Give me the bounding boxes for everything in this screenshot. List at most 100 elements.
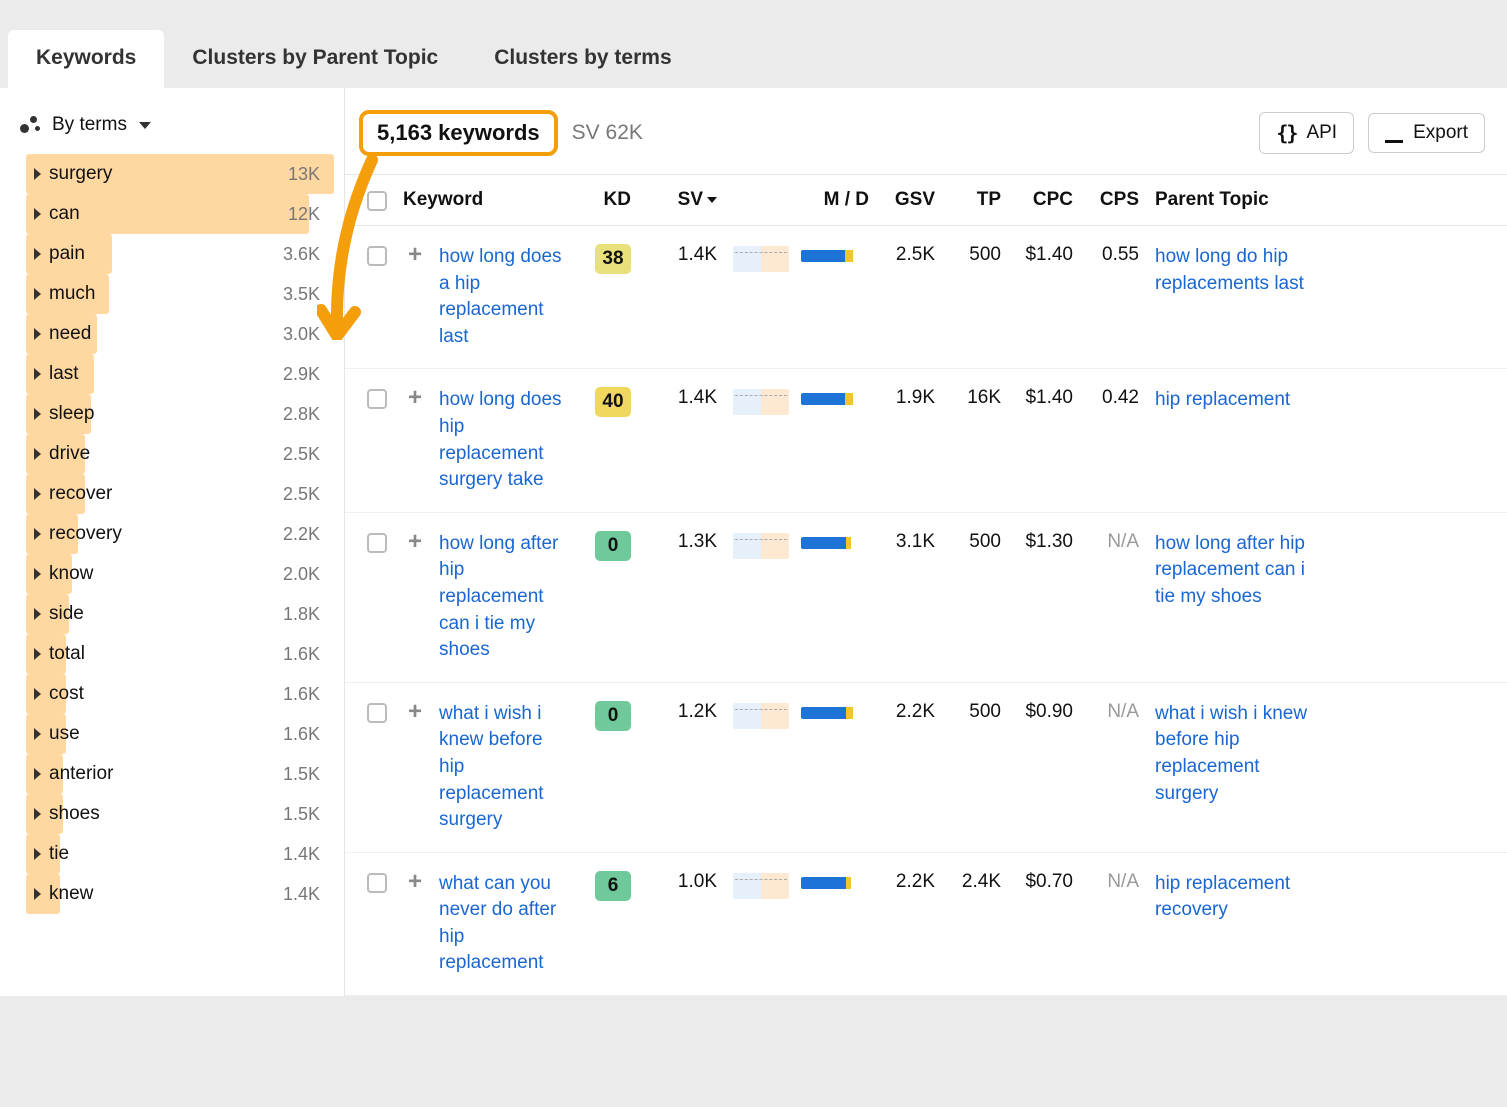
term-label: tie — [49, 843, 69, 865]
sv-value: 1.3K — [639, 531, 725, 553]
col-keyword[interactable]: Keyword — [395, 189, 581, 211]
sort-desc-icon — [707, 197, 717, 203]
expand-icon — [34, 648, 41, 660]
term-label: recover — [49, 483, 112, 505]
keyword-link[interactable]: how long after hip replacement can i tie… — [439, 533, 558, 660]
gsv-value: 2.2K — [877, 871, 943, 893]
row-checkbox[interactable] — [367, 703, 387, 723]
term-item[interactable]: surgery13K — [26, 154, 334, 194]
term-label: drive — [49, 443, 90, 465]
term-label: cost — [49, 683, 84, 705]
term-label: total — [49, 643, 85, 665]
term-count: 2.0K — [283, 564, 334, 585]
trend-sparkline — [733, 533, 789, 559]
cps-value: N/A — [1081, 531, 1147, 553]
row-checkbox[interactable] — [367, 246, 387, 266]
term-count: 13K — [288, 164, 334, 185]
parent-topic-link[interactable]: how long after hip replacement can i tie… — [1155, 533, 1305, 607]
keyword-count-highlight: 5,163 keywords — [359, 110, 558, 156]
expand-icon — [34, 608, 41, 620]
col-cpc[interactable]: CPC — [1009, 189, 1081, 211]
tab-clusters-parent[interactable]: Clusters by Parent Topic — [164, 30, 466, 88]
sv-value: 1.4K — [639, 244, 725, 266]
gsv-value: 1.9K — [877, 387, 943, 409]
term-item[interactable]: sleep2.8K — [26, 394, 334, 434]
parent-topic-link[interactable]: what i wish i knew before hip replacemen… — [1155, 703, 1307, 804]
parent-topic-link[interactable]: hip replacement recovery — [1155, 873, 1290, 921]
kd-badge: 0 — [595, 701, 631, 731]
expand-row-button[interactable]: + — [403, 387, 427, 411]
row-checkbox[interactable] — [367, 533, 387, 553]
sv-value: 1.2K — [639, 701, 725, 723]
term-count: 3.5K — [283, 284, 334, 305]
table-row: + what i wish i knew before hip replaceme… — [345, 683, 1507, 853]
total-sv: SV 62K — [572, 121, 643, 145]
keyword-link[interactable]: how long does hip replacement surgery ta… — [439, 389, 562, 490]
expand-icon — [34, 528, 41, 540]
col-gsv[interactable]: GSV — [877, 189, 943, 211]
term-item[interactable]: anterior1.5K — [26, 754, 334, 794]
kd-badge: 6 — [595, 871, 631, 901]
col-parent[interactable]: Parent Topic — [1147, 189, 1317, 211]
expand-row-button[interactable]: + — [403, 701, 427, 725]
export-button[interactable]: Export — [1368, 113, 1485, 153]
col-cps[interactable]: CPS — [1081, 189, 1147, 211]
term-count: 2.5K — [283, 444, 334, 465]
col-kd[interactable]: KD — [581, 189, 639, 211]
col-tp[interactable]: TP — [943, 189, 1009, 211]
term-count: 3.0K — [283, 324, 334, 345]
term-item[interactable]: know 2.0K — [26, 554, 334, 594]
table-row: + how long does a hip replacement last 38 1… — [345, 226, 1507, 369]
term-item[interactable]: total1.6K — [26, 634, 334, 674]
term-item[interactable]: can12K — [26, 194, 334, 234]
row-checkbox[interactable] — [367, 873, 387, 893]
gsv-value: 2.5K — [877, 244, 943, 266]
term-item[interactable]: use1.6K — [26, 714, 334, 754]
term-label: shoes — [49, 803, 100, 825]
term-label: know — [49, 563, 93, 585]
api-label: API — [1306, 122, 1337, 144]
term-item[interactable]: much3.5K — [26, 274, 334, 314]
expand-icon — [34, 728, 41, 740]
row-checkbox[interactable] — [367, 389, 387, 409]
term-item[interactable]: shoes1.5K — [26, 794, 334, 834]
select-all-checkbox[interactable] — [367, 191, 387, 211]
term-item[interactable]: need3.0K — [26, 314, 334, 354]
term-item[interactable]: side1.8K — [26, 594, 334, 634]
term-item[interactable]: recover2.5K — [26, 474, 334, 514]
cpc-value: $1.30 — [1009, 531, 1081, 553]
term-item[interactable]: last2.9K — [26, 354, 334, 394]
expand-icon — [34, 768, 41, 780]
term-item[interactable]: drive 2.5K — [26, 434, 334, 474]
expand-icon — [34, 888, 41, 900]
expand-icon — [34, 488, 41, 500]
keyword-link[interactable]: what i wish i knew before hip replacemen… — [439, 703, 544, 830]
tp-value: 16K — [943, 387, 1009, 409]
expand-row-button[interactable]: + — [403, 871, 427, 895]
cpc-value: $0.90 — [1009, 701, 1081, 723]
term-item[interactable]: tie 1.4K — [26, 834, 334, 874]
term-item[interactable]: knew1.4K — [26, 874, 334, 914]
gsv-value: 2.2K — [877, 701, 943, 723]
expand-row-button[interactable]: + — [403, 531, 427, 555]
tab-keywords[interactable]: Keywords — [8, 30, 164, 88]
tab-clusters-terms[interactable]: Clusters by terms — [466, 30, 699, 88]
table-header: Keyword KD SV M / D GSV TP CPC CPS Paren… — [345, 174, 1507, 226]
col-sv[interactable]: SV — [639, 189, 725, 211]
parent-topic-link[interactable]: how long do hip replacements last — [1155, 246, 1304, 294]
grouping-dropdown[interactable]: By terms — [0, 106, 344, 154]
api-button[interactable]: {} API — [1259, 112, 1354, 154]
keyword-link[interactable]: how long does a hip replacement last — [439, 246, 562, 347]
term-count: 1.4K — [283, 844, 334, 865]
col-md[interactable]: M / D — [793, 189, 877, 211]
parent-topic-link[interactable]: hip replacement — [1155, 389, 1290, 410]
keyword-link[interactable]: what can you never do after hip replacem… — [439, 873, 556, 974]
expand-icon — [34, 448, 41, 460]
kd-badge: 38 — [595, 244, 631, 274]
term-item[interactable]: cost1.6K — [26, 674, 334, 714]
term-item[interactable]: recovery2.2K — [26, 514, 334, 554]
term-item[interactable]: pain3.6K — [26, 234, 334, 274]
expand-row-button[interactable]: + — [403, 244, 427, 268]
md-bar — [801, 537, 857, 549]
md-bar — [801, 393, 857, 405]
